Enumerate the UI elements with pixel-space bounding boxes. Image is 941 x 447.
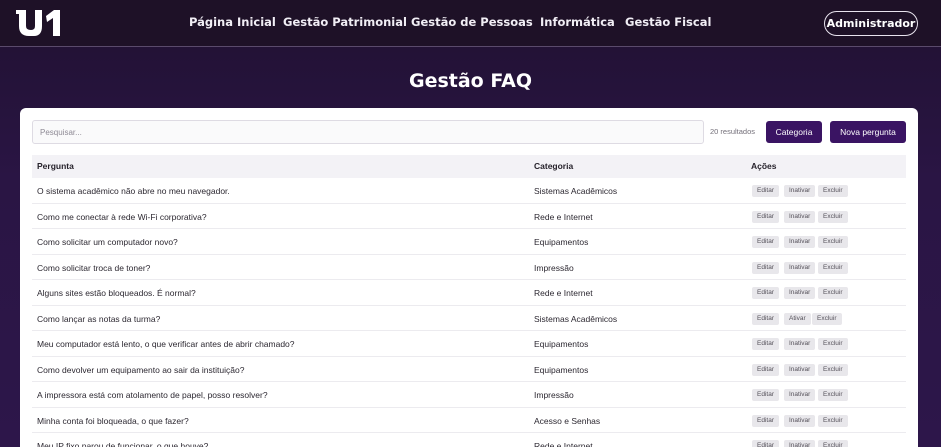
- table-row: Como devolver um equipamento ao sair da …: [32, 357, 906, 382]
- edit-button[interactable]: Editar: [752, 236, 779, 248]
- table-row: Como solicitar troca de toner? Impressão E…: [32, 255, 906, 280]
- category-cell: Rede e Internet: [534, 441, 593, 447]
- top-navigation-bar: Página Inicial Gestão Patrimonial Gestão…: [0, 0, 941, 47]
- delete-button[interactable]: Excluir: [818, 414, 848, 427]
- nav-pagina-inicial[interactable]: Página Inicial: [189, 15, 276, 29]
- category-cell: Impressão: [534, 390, 574, 400]
- table-row: Minha conta foi bloqueada, o que fazer? A…: [32, 408, 906, 433]
- table-row: Meu computador está lento, o que verific…: [32, 331, 906, 357]
- category-cell: Sistemas Acadêmicos: [534, 313, 618, 324]
- deactivate-button[interactable]: Inativar: [784, 185, 816, 197]
- delete-button[interactable]: Excluir: [818, 440, 848, 447]
- page-title: Gestão FAQ: [408, 70, 533, 92]
- deactivate-button[interactable]: Inativar: [784, 389, 816, 401]
- nav-informatica[interactable]: Informática: [540, 15, 615, 29]
- edit-button[interactable]: Editar: [752, 261, 779, 274]
- deactivate-button[interactable]: Inativar: [784, 440, 816, 447]
- table-row: Meu IP fixo parou de funcionar, o que ho…: [32, 433, 906, 447]
- category-cell: Impressão: [534, 262, 574, 273]
- question-cell: Como solicitar um computador novo?: [37, 237, 178, 247]
- edit-button[interactable]: Editar: [752, 389, 779, 401]
- column-header-actions: Ações: [751, 161, 777, 171]
- deactivate-button[interactable]: Inativar: [784, 261, 816, 274]
- question-cell: Como devolver um equipamento ao sair da …: [37, 364, 245, 375]
- deactivate-button[interactable]: Inativar: [784, 287, 816, 299]
- question-cell: Como me conectar à rede Wi-Fi corporativ…: [37, 211, 207, 222]
- faq-card: 20 resultados Categoria Nova pergunta Pe…: [20, 108, 918, 447]
- edit-button[interactable]: Editar: [752, 414, 779, 427]
- delete-button[interactable]: Excluir: [818, 338, 848, 350]
- table-row: Como lançar as notas da turma? Sistemas A…: [32, 306, 906, 331]
- deactivate-button[interactable]: Inativar: [784, 363, 816, 376]
- category-cell: Acesso e Senhas: [534, 415, 601, 426]
- edit-button[interactable]: Editar: [752, 363, 779, 376]
- search-input[interactable]: [32, 120, 704, 144]
- delete-button[interactable]: Excluir: [818, 210, 848, 223]
- question-cell: Como solicitar troca de toner?: [37, 262, 151, 273]
- u1-logo[interactable]: [16, 8, 70, 38]
- category-cell: Rede e Internet: [534, 288, 593, 298]
- table-row: O sistema acadêmico não abre no meu nave…: [32, 178, 906, 204]
- table-row: A impressora está com atolamento de pape…: [32, 382, 906, 408]
- nav-gestao-de-pessoas[interactable]: Gestão de Pessoas: [411, 15, 533, 29]
- delete-button[interactable]: Excluir: [818, 389, 848, 401]
- question-cell: A impressora está com atolamento de pape…: [37, 390, 268, 400]
- delete-button[interactable]: Excluir: [818, 236, 848, 248]
- table-row: Como solicitar um computador novo? Equipa…: [32, 229, 906, 255]
- question-cell: Meu computador está lento, o que verific…: [37, 339, 295, 349]
- nav-gestao-patrimonial[interactable]: Gestão Patrimonial: [283, 15, 407, 29]
- edit-button[interactable]: Editar: [752, 312, 779, 325]
- delete-button[interactable]: Excluir: [818, 185, 848, 197]
- question-cell: Como lançar as notas da turma?: [37, 313, 161, 324]
- user-menu-button[interactable]: Administrador: [824, 11, 918, 36]
- delete-button[interactable]: Excluir: [818, 261, 848, 274]
- results-count: 20 resultados: [710, 127, 756, 136]
- edit-button[interactable]: Editar: [752, 287, 779, 299]
- column-header-question: Pergunta: [37, 161, 74, 171]
- delete-button[interactable]: Excluir: [818, 287, 848, 299]
- deactivate-button[interactable]: Inativar: [784, 338, 816, 350]
- edit-button[interactable]: Editar: [752, 210, 779, 223]
- question-cell: O sistema acadêmico não abre no meu nave…: [37, 186, 230, 196]
- deactivate-button[interactable]: Inativar: [784, 414, 816, 427]
- nav-gestao-fiscal[interactable]: Gestão Fiscal: [625, 15, 711, 29]
- question-cell: Alguns sites estão bloqueados. É normal?: [37, 288, 196, 298]
- delete-button[interactable]: Excluir: [818, 363, 848, 376]
- question-cell: Meu IP fixo parou de funcionar, o que ho…: [37, 441, 209, 447]
- question-cell: Minha conta foi bloqueada, o que fazer?: [37, 415, 189, 426]
- activate-button[interactable]: Ativar: [784, 312, 811, 325]
- table-row: Como me conectar à rede Wi-Fi corporativ…: [32, 204, 906, 229]
- category-cell: Rede e Internet: [534, 211, 593, 222]
- edit-button[interactable]: Editar: [752, 338, 779, 350]
- category-button[interactable]: Categoria: [766, 121, 822, 143]
- delete-button[interactable]: Excluir: [812, 312, 842, 325]
- category-cell: Sistemas Acadêmicos: [534, 186, 618, 196]
- edit-button[interactable]: Editar: [752, 440, 779, 447]
- deactivate-button[interactable]: Inativar: [784, 210, 816, 223]
- edit-button[interactable]: Editar: [752, 185, 779, 197]
- category-cell: Equipamentos: [534, 364, 589, 375]
- table-row: Alguns sites estão bloqueados. É normal?…: [32, 280, 906, 306]
- new-question-button[interactable]: Nova pergunta: [830, 121, 906, 143]
- column-header-category: Categoria: [534, 161, 574, 171]
- category-cell: Equipamentos: [534, 237, 589, 247]
- deactivate-button[interactable]: Inativar: [784, 236, 816, 248]
- table-header: Pergunta Categoria Ações: [32, 155, 906, 178]
- category-cell: Equipamentos: [534, 339, 589, 349]
